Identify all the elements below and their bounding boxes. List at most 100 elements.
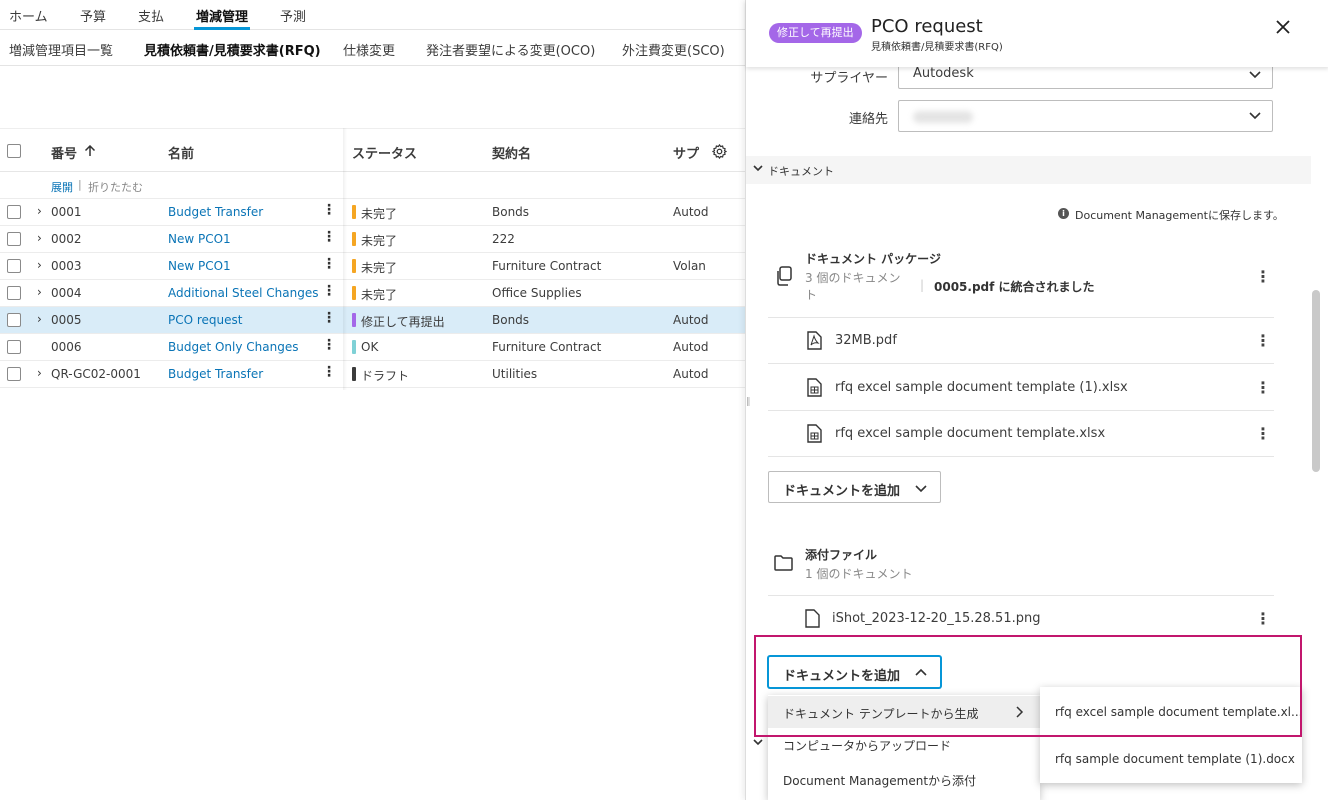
settings-gear-icon[interactable] (711, 143, 728, 160)
row-status: 未完了 (361, 288, 398, 302)
row-contract: 222 (492, 232, 515, 246)
row-checkbox[interactable] (7, 232, 21, 246)
row-more-icon[interactable]: ⋮ (322, 284, 336, 298)
package-title: ドキュメント パッケージ (805, 252, 941, 266)
template-option[interactable]: rfq sample document template (1).docx (1040, 743, 1302, 775)
add-attachment-label: ドキュメントを追加 (783, 669, 901, 684)
status-color-bar (352, 205, 356, 219)
row-more-icon[interactable]: ⋮ (322, 203, 336, 217)
expand-row-chevron-icon[interactable]: › (37, 204, 42, 218)
row-checkbox[interactable] (7, 340, 21, 354)
expand-collapse-bar: 展開 | 折りたたむ (0, 172, 745, 199)
supplier-value: Autodesk (913, 66, 974, 81)
row-supplier: Autod (673, 313, 709, 327)
select-all-checkbox[interactable] (7, 144, 21, 158)
row-checkbox[interactable] (7, 259, 21, 273)
frozen-column-divider (343, 128, 347, 390)
subtab-oco[interactable]: 発注者要望による変更(OCO) (426, 40, 595, 59)
expand-row-chevron-icon[interactable]: › (37, 312, 42, 326)
file-name[interactable]: 32MB.pdf (835, 333, 897, 348)
row-contract: Bonds (492, 205, 530, 219)
document-package-icon (777, 266, 792, 286)
chevron-up-icon (915, 668, 927, 676)
subtab-spec-change[interactable]: 仕様変更 (343, 40, 395, 59)
status-color-bar (352, 259, 356, 273)
contact-select[interactable] (898, 100, 1273, 132)
row-name-link[interactable]: New PCO1 (168, 259, 231, 273)
file-more-icon[interactable]: ⋮ (1255, 426, 1271, 442)
expand-row-chevron-icon[interactable]: › (37, 366, 42, 380)
column-status[interactable]: ステータス (352, 143, 417, 162)
tab-payments[interactable]: 支払 (138, 6, 164, 25)
separator: | (920, 278, 925, 292)
file-more-icon[interactable]: ⋮ (1255, 380, 1271, 396)
row-name-link[interactable]: PCO request (168, 313, 243, 327)
sort-ascending-icon[interactable] (84, 145, 96, 157)
file-more-icon[interactable]: ⋮ (1255, 333, 1271, 349)
menu-item-generate-from-template[interactable]: ドキュメント テンプレートから生成 (768, 696, 1040, 728)
row-more-icon[interactable]: ⋮ (322, 338, 336, 352)
menu-item-label: コンピュータからアップロード (783, 739, 952, 753)
row-contract: Bonds (492, 313, 530, 327)
table-row[interactable]: › 0004 Additional Steel Changes ⋮ 未完了 Of… (0, 280, 745, 307)
tab-forecast[interactable]: 予測 (280, 6, 306, 25)
column-number[interactable]: 番号 (51, 143, 77, 162)
close-icon[interactable] (1276, 20, 1290, 34)
spreadsheet-file-icon (807, 378, 822, 397)
collapse-all-link[interactable]: 折りたたむ (88, 179, 143, 195)
divider (768, 363, 1274, 364)
expand-all-link[interactable]: 展開 (51, 179, 73, 195)
panel-scrollbar[interactable] (1312, 290, 1320, 472)
row-checkbox[interactable] (7, 367, 21, 381)
subtab-sco[interactable]: 外注費変更(SCO) (622, 40, 725, 59)
attachment-file-name[interactable]: iShot_2023-12-20_15.28.51.png (832, 611, 1040, 626)
row-checkbox[interactable] (7, 286, 21, 300)
row-name-link[interactable]: Budget Transfer (168, 367, 263, 381)
chevron-down-icon (1249, 71, 1261, 79)
row-number: 0001 (51, 205, 82, 219)
status-badge: 修正して再提出 (769, 23, 862, 43)
table-row[interactable]: › 0002 New PCO1 ⋮ 未完了 222 (0, 226, 745, 253)
add-attachment-button[interactable]: ドキュメントを追加 (768, 656, 941, 688)
table-row[interactable]: › 0001 Budget Transfer ⋮ 未完了 Bonds Autod (0, 199, 745, 226)
row-name-link[interactable]: Budget Transfer (168, 205, 263, 219)
subtab-change-items[interactable]: 増減管理項目一覧 (9, 40, 113, 59)
add-document-button[interactable]: ドキュメントを追加 (768, 471, 941, 503)
package-more-icon[interactable]: ⋮ (1255, 269, 1271, 285)
table-row[interactable]: 0006 Budget Only Changes ⋮ OK Furniture … (0, 334, 745, 361)
row-more-icon[interactable]: ⋮ (322, 365, 336, 379)
row-checkbox[interactable] (7, 205, 21, 219)
expand-row-chevron-icon[interactable]: › (37, 285, 42, 299)
table-row[interactable]: › QR-GC02-0001 Budget Transfer ⋮ ドラフト Ut… (0, 361, 745, 388)
row-name-link[interactable]: New PCO1 (168, 232, 231, 246)
panel-resize-handle[interactable]: ‖ (746, 398, 751, 407)
row-status: 未完了 (361, 207, 398, 221)
menu-item-upload-from-computer[interactable]: コンピュータからアップロード (768, 729, 1040, 757)
row-checkbox[interactable] (7, 313, 21, 327)
row-more-icon[interactable]: ⋮ (322, 230, 336, 244)
tab-change-management[interactable]: 増減管理 (196, 6, 248, 25)
column-name[interactable]: 名前 (168, 143, 194, 162)
tab-home[interactable]: ホーム (9, 6, 48, 25)
documents-section-header[interactable]: ドキュメント (746, 156, 1311, 184)
column-contract[interactable]: 契約名 (492, 143, 531, 162)
row-more-icon[interactable]: ⋮ (322, 257, 336, 271)
panel-header: 修正して再提出 PCO request 見積依頼書/見積要求書(RFQ) (746, 0, 1328, 67)
template-option[interactable]: rfq excel sample document template.xl... (1040, 696, 1302, 728)
table-row[interactable]: › 0003 New PCO1 ⋮ 未完了 Furniture Contract… (0, 253, 745, 280)
column-supplier[interactable]: サプ (673, 143, 699, 162)
expand-row-chevron-icon[interactable]: › (37, 231, 42, 245)
table-row-selected[interactable]: › 0005 PCO request ⋮ 修正して再提出 Bonds Autod (0, 307, 745, 334)
folder-icon (774, 555, 793, 571)
row-name-link[interactable]: Budget Only Changes (168, 340, 298, 354)
row-number: 0005 (51, 313, 82, 327)
attachment-more-icon[interactable]: ⋮ (1255, 611, 1271, 627)
expand-row-chevron-icon[interactable]: › (37, 258, 42, 272)
subtab-rfq[interactable]: 見積依頼書/見積要求書(RFQ) (144, 40, 321, 59)
file-name[interactable]: rfq excel sample document template (1).x… (835, 380, 1128, 395)
row-name-link[interactable]: Additional Steel Changes (168, 286, 319, 300)
row-more-icon[interactable]: ⋮ (322, 311, 336, 325)
tab-budget[interactable]: 予算 (80, 6, 106, 25)
menu-item-attach-from-dm[interactable]: Document Managementから添付 (768, 763, 1040, 795)
file-name[interactable]: rfq excel sample document template.xlsx (835, 426, 1105, 441)
